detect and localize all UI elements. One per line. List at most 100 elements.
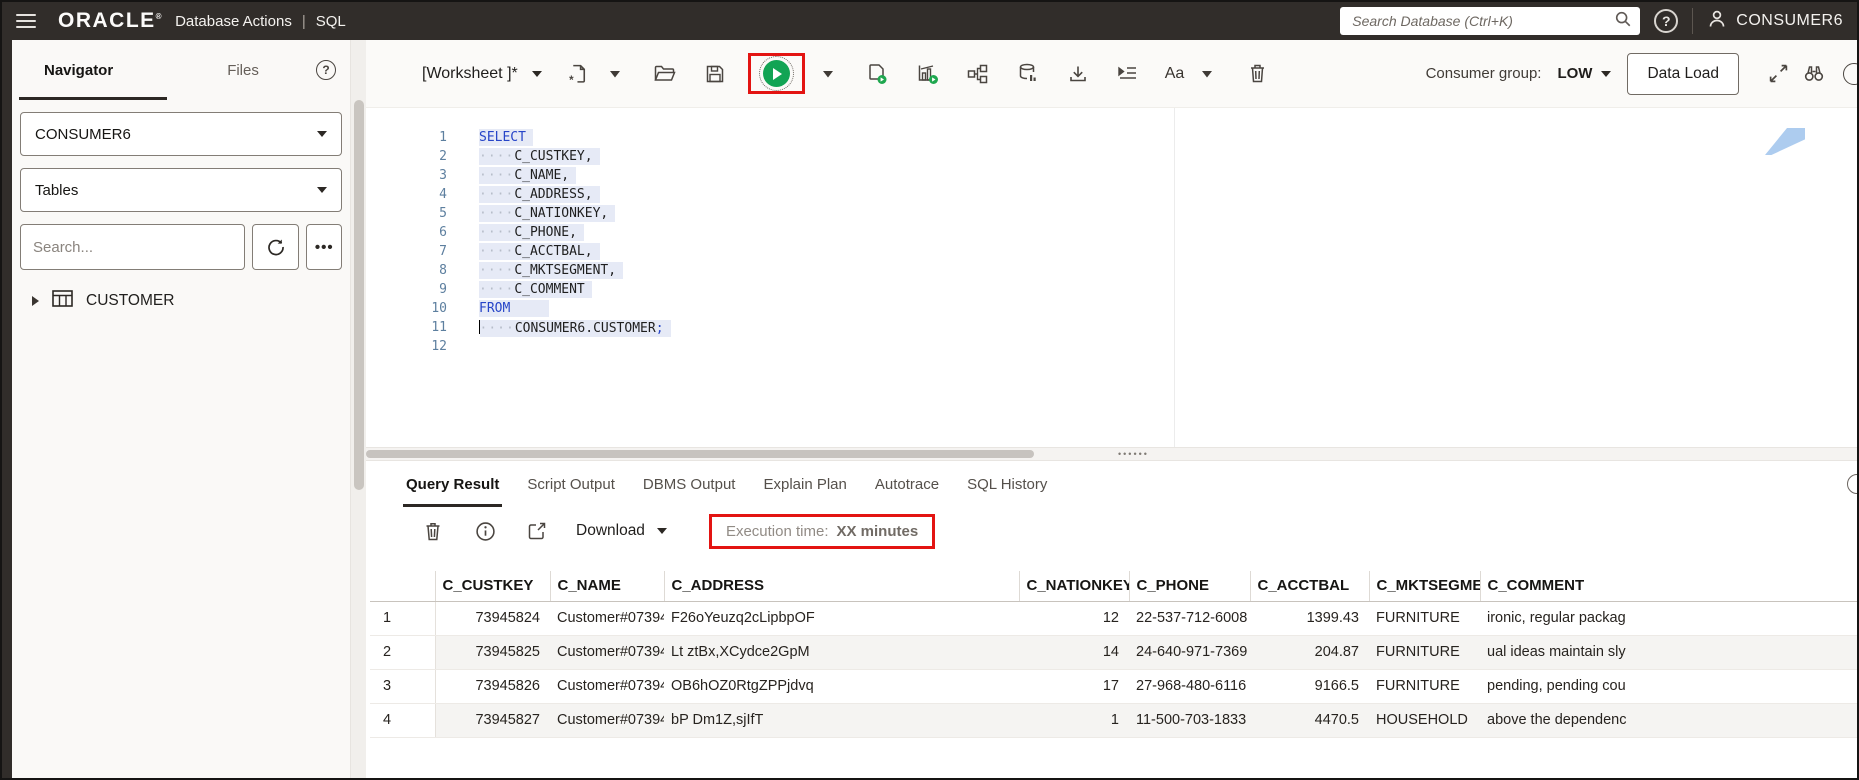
column-header-c_mktsegment[interactable]: C_MKTSEGMENT (1369, 571, 1481, 602)
cell-rownum[interactable]: 4 (370, 703, 436, 738)
data-load-button[interactable]: Data Load (1627, 52, 1739, 95)
cell-c_nationkey[interactable]: 17 (1019, 669, 1129, 704)
cell-c_mktsegment[interactable]: FURNITURE (1369, 601, 1480, 636)
column-header-c_nationkey[interactable]: C_NATIONKEY (1019, 571, 1130, 602)
search-icon[interactable] (1614, 10, 1632, 33)
cell-c_custkey[interactable]: 73945826 (435, 669, 550, 704)
column-header-c_acctbal[interactable]: C_ACCTBAL (1250, 571, 1370, 602)
code-line[interactable]: ····C_PHONE, (466, 224, 1857, 244)
global-search-input[interactable] (1352, 13, 1615, 29)
explain-plan-icon[interactable] (915, 61, 941, 87)
global-search[interactable] (1340, 7, 1641, 35)
expand-icon[interactable] (1765, 61, 1791, 87)
code-line[interactable] (466, 339, 1857, 358)
find-binoculars-icon[interactable] (1801, 61, 1827, 87)
more-actions-button[interactable]: ••• (306, 224, 342, 270)
cell-c_comment[interactable]: ual ideas maintain sly (1480, 635, 1857, 670)
cell-c_custkey[interactable]: 73945827 (435, 703, 550, 738)
result-tab-query-result[interactable]: Query Result (402, 461, 503, 507)
column-header-c_phone[interactable]: C_PHONE (1129, 571, 1251, 602)
cell-c_nationkey[interactable]: 14 (1019, 635, 1129, 670)
code-line[interactable]: ····C_ACCTBAL, (466, 243, 1857, 263)
refresh-button[interactable] (252, 224, 300, 270)
caret-down-icon[interactable] (815, 61, 841, 87)
cell-c_custkey[interactable]: 73945824 (435, 601, 550, 636)
download-icon[interactable] (1065, 61, 1091, 87)
code-line[interactable]: FROM (466, 300, 1857, 320)
save-icon[interactable] (702, 61, 728, 87)
splitter-handle[interactable]: •••••• (1118, 448, 1149, 460)
cell-c_custkey[interactable]: 73945825 (435, 635, 550, 670)
code-line[interactable]: ····C_CUSTKEY, (466, 148, 1857, 168)
code-line[interactable]: ····C_MKTSEGMENT, (466, 262, 1857, 282)
help-icon-clipped[interactable] (1843, 62, 1857, 85)
sidebar-scrollbar-thumb[interactable] (354, 100, 364, 490)
sidebar-scrollbar[interactable] (350, 40, 366, 778)
cell-c_mktsegment[interactable]: FURNITURE (1369, 635, 1480, 670)
cell-c_acctbal[interactable]: 1399.43 (1250, 601, 1369, 636)
sidebar-search-input[interactable] (20, 224, 245, 270)
schema-select[interactable]: CONSUMER6 (20, 112, 342, 156)
expand-arrow-icon[interactable] (32, 296, 39, 306)
editor-hscrollbar-thumb[interactable] (366, 450, 1034, 458)
cell-c_nationkey[interactable]: 1 (1019, 703, 1129, 738)
result-tab-dbms-output[interactable]: DBMS Output (643, 461, 736, 507)
cell-c_address[interactable]: bP Dm1Z,sjIfT (664, 703, 1019, 738)
cell-c_address[interactable]: Lt ztBx,XCydce2GpM (664, 635, 1019, 670)
code-line[interactable]: ····CONSUMER6.CUSTOMER; (466, 320, 1857, 339)
cell-c_comment[interactable]: pending, pending cou (1480, 669, 1857, 704)
column-header-c_address[interactable]: C_ADDRESS (664, 571, 1020, 602)
code-line[interactable]: ····C_NATIONKEY, (466, 205, 1857, 225)
cell-c_mktsegment[interactable]: FURNITURE (1369, 669, 1480, 704)
caret-down-icon[interactable] (1194, 61, 1220, 87)
tab-navigator[interactable]: Navigator (42, 58, 115, 83)
cell-c_name[interactable]: Customer#073945827 (550, 703, 664, 738)
column-header-c_name[interactable]: C_NAME (550, 571, 665, 602)
tab-files[interactable]: Files (225, 58, 261, 83)
tree-item-customer[interactable]: CUSTOMER (12, 290, 350, 312)
font-size-icon[interactable]: Aa (1165, 65, 1185, 83)
cell-c_phone[interactable]: 11-500-703-1833 (1129, 703, 1250, 738)
open-file-icon[interactable] (652, 61, 678, 87)
column-header-c_comment[interactable]: C_COMMENT (1480, 571, 1857, 602)
trash-icon[interactable] (420, 518, 446, 544)
run-statement-button[interactable] (758, 56, 794, 91)
code-line[interactable]: ····C_ADDRESS, (466, 186, 1857, 206)
cell-c_comment[interactable]: above the dependenc (1480, 703, 1857, 738)
code-line[interactable]: ····C_NAME, (466, 167, 1857, 187)
user-menu[interactable]: CONSUMER6 (1707, 9, 1843, 34)
run-script-icon[interactable] (865, 61, 891, 87)
cell-c_mktsegment[interactable]: HOUSEHOLD (1369, 703, 1480, 738)
new-worksheet-icon[interactable]: * (566, 61, 592, 87)
autotrace-icon[interactable] (965, 61, 991, 87)
info-icon[interactable] (472, 518, 498, 544)
clear-icon[interactable] (1244, 61, 1270, 87)
cell-c_address[interactable]: OB6hOZ0RtgZPPjdvq (664, 669, 1019, 704)
cell-c_acctbal[interactable]: 4470.5 (1250, 703, 1369, 738)
result-tab-autotrace[interactable]: Autotrace (875, 461, 939, 507)
column-header-rownum[interactable] (370, 571, 436, 602)
column-header-c_custkey[interactable]: C_CUSTKEY (435, 571, 551, 602)
sql-history-icon[interactable] (1015, 61, 1041, 87)
result-tab-explain-plan[interactable]: Explain Plan (763, 461, 846, 507)
results-help-icon-clipped[interactable] (1847, 474, 1857, 494)
cell-c_comment[interactable]: ironic, regular packag (1480, 601, 1857, 636)
sql-editor[interactable]: 1 2 3 4 5 6 7 8 9 10 11 12 SELECT ····C_CUSTKEY, ····… (366, 108, 1857, 447)
open-new-icon[interactable] (524, 518, 550, 544)
consumer-group-select[interactable]: LOW (1557, 65, 1612, 82)
cell-rownum[interactable]: 3 (370, 669, 436, 704)
format-icon[interactable] (1115, 61, 1141, 87)
cell-c_name[interactable]: Customer#073945826 (550, 669, 664, 704)
sidebar-help-icon[interactable]: ? (316, 60, 336, 80)
cell-c_acctbal[interactable]: 9166.5 (1250, 669, 1369, 704)
caret-down-icon[interactable] (602, 61, 628, 87)
cell-c_phone[interactable]: 24-640-971-7369 (1129, 635, 1250, 670)
code-line[interactable]: ····C_COMMENT (466, 281, 1857, 301)
cell-c_name[interactable]: Customer#073945824 (550, 601, 664, 636)
code-line[interactable]: SELECT (466, 129, 1857, 149)
result-tab-script-output[interactable]: Script Output (527, 461, 615, 507)
cell-c_address[interactable]: F26oYeuzq2cLipbpOF (664, 601, 1019, 636)
editor-code-area[interactable]: SELECT ····C_CUSTKEY, ····C_NAME, ····C_ADD… (466, 108, 1857, 447)
help-icon[interactable]: ? (1654, 9, 1679, 33)
cell-c_name[interactable]: Customer#073945825 (550, 635, 664, 670)
